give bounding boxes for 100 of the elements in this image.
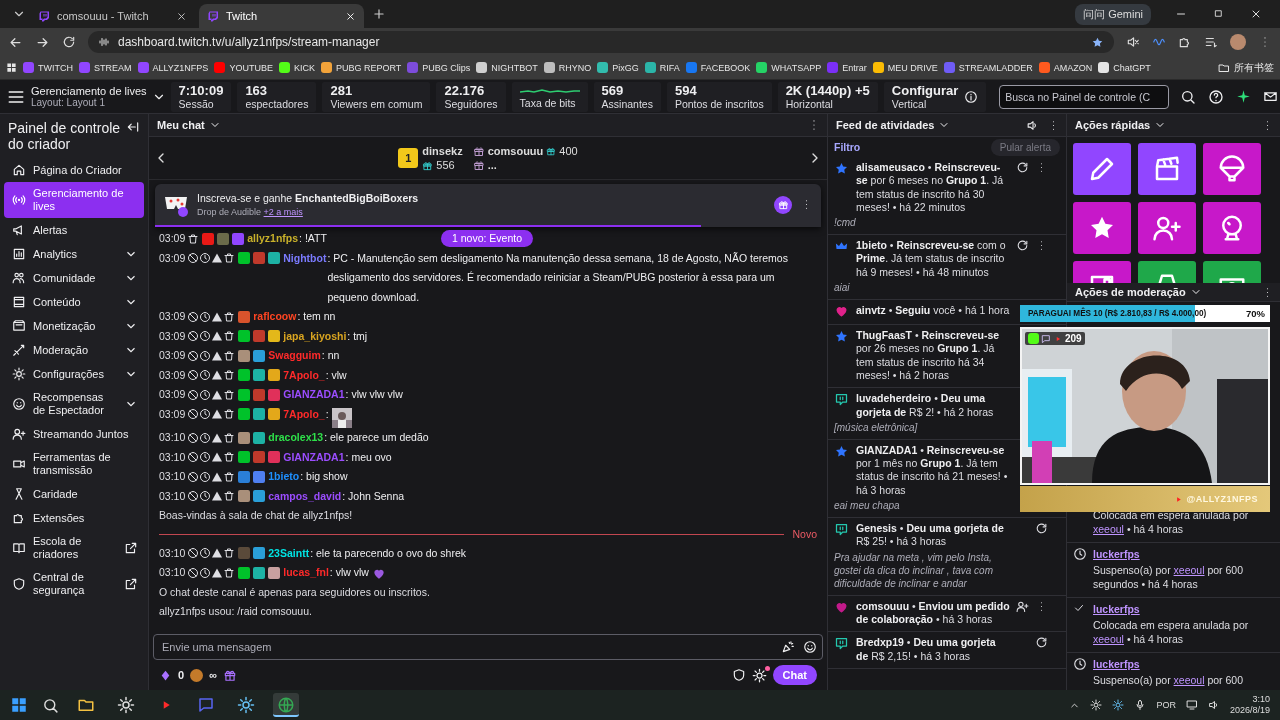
start-icon[interactable]: [10, 696, 28, 714]
shield-icon[interactable]: [731, 668, 746, 682]
bookmark[interactable]: ALLYZ1NFPS: [137, 62, 209, 73]
collapse-icon[interactable]: [126, 120, 140, 134]
ban-icon[interactable]: [187, 547, 200, 559]
close-icon[interactable]: [176, 10, 187, 22]
volume-icon[interactable]: [1207, 699, 1220, 711]
moderated-user-link[interactable]: luckerfps: [1093, 547, 1140, 561]
sidebar-item[interactable]: Moderação: [4, 338, 144, 362]
quick-action-tile[interactable]: [1073, 143, 1131, 195]
warning-icon[interactable]: [211, 252, 224, 264]
warning-icon[interactable]: [211, 490, 224, 502]
trash-icon[interactable]: [223, 490, 236, 502]
chat-username[interactable]: campos_david: [268, 486, 342, 506]
sidebar-item[interactable]: Recompensas de Espectador: [4, 386, 144, 422]
clock-icon[interactable]: [199, 388, 212, 401]
trash-icon[interactable]: [223, 369, 236, 381]
ban-icon[interactable]: [187, 369, 200, 381]
quick-action-tile[interactable]: [1073, 202, 1131, 254]
trash-icon[interactable]: [223, 566, 236, 579]
bookmark[interactable]: PUBG Clips: [407, 62, 471, 73]
trash-icon[interactable]: [223, 252, 236, 264]
chat-username[interactable]: japa_kiyoshi: [283, 326, 347, 346]
clock-icon[interactable]: [199, 547, 212, 559]
bookmark[interactable]: MEU DRIVE: [872, 62, 938, 73]
chat-username[interactable]: raflcoow: [253, 307, 297, 327]
quick-action-tile[interactable]: [1138, 202, 1196, 254]
message-input[interactable]: Envie uma mensagem: [153, 634, 823, 660]
search-icon[interactable]: [42, 696, 59, 714]
warning-icon[interactable]: [211, 310, 224, 323]
help-icon[interactable]: [1208, 88, 1225, 105]
clock-icon[interactable]: [199, 431, 212, 444]
close-icon[interactable]: [1250, 8, 1262, 20]
warning-icon[interactable]: [211, 349, 224, 362]
all-bookmarks[interactable]: 所有书签: [1218, 60, 1274, 75]
warning-icon[interactable]: [211, 431, 224, 444]
ban-icon[interactable]: [187, 451, 200, 463]
add-user-icon[interactable]: [1016, 599, 1029, 613]
browser-tab[interactable]: Twitch: [199, 4, 364, 28]
ban-icon[interactable]: [187, 388, 200, 401]
sidebar-item[interactable]: Streamando Juntos: [4, 422, 144, 446]
reload-icon[interactable]: [62, 35, 76, 49]
moderator-link[interactable]: xeeoul: [1093, 633, 1124, 645]
sidebar-item[interactable]: Caridade: [4, 482, 144, 506]
warning-icon[interactable]: [211, 470, 224, 483]
mute-icon[interactable]: [1126, 35, 1140, 49]
sidebar-item[interactable]: Gerenciamento de lives: [4, 182, 144, 218]
ban-icon[interactable]: [187, 349, 200, 362]
trash-icon[interactable]: [223, 388, 236, 401]
language-indicator[interactable]: POR: [1156, 700, 1176, 710]
profile-avatar[interactable]: [1230, 34, 1246, 50]
warning-icon[interactable]: [211, 330, 224, 342]
bits-icon[interactable]: [159, 668, 172, 682]
warning-icon[interactable]: [211, 408, 224, 420]
new-events-button[interactable]: 1 novo: Evento: [441, 230, 534, 247]
media-icon[interactable]: [1204, 35, 1218, 49]
sidebar-item[interactable]: Alertas: [4, 218, 144, 242]
clock-icon[interactable]: [199, 451, 212, 463]
sidebar-item[interactable]: Comunidade: [4, 266, 144, 290]
trash-icon[interactable]: [223, 470, 236, 483]
quick-action-tile[interactable]: [1203, 202, 1261, 254]
ban-icon[interactable]: [187, 431, 200, 444]
sidebar-item[interactable]: Extensões: [4, 506, 144, 530]
bookmark[interactable]: WHATSAPP: [756, 62, 822, 73]
moderator-link[interactable]: xeeoul: [1173, 674, 1205, 686]
gemini-button[interactable]: 问问 Gemini: [1075, 3, 1151, 25]
replay-icon[interactable]: [1016, 239, 1029, 253]
warning-icon[interactable]: [211, 547, 224, 559]
trash-icon[interactable]: [223, 451, 236, 463]
chat-username[interactable]: 23Saintt: [268, 543, 310, 563]
sidebar-item[interactable]: Conteúdo: [4, 290, 144, 314]
ban-icon[interactable]: [187, 408, 200, 420]
bookmark[interactable]: RIFA: [644, 62, 680, 73]
bookmark[interactable]: ChatGPT: [1098, 62, 1151, 73]
settings-icon[interactable]: [751, 667, 767, 683]
trash-icon[interactable]: [223, 330, 236, 342]
party-icon[interactable]: [781, 640, 795, 654]
warning-icon[interactable]: [211, 451, 224, 463]
ban-icon[interactable]: [187, 310, 200, 323]
taskbar-app[interactable]: [273, 693, 299, 717]
replay-icon[interactable]: [1035, 522, 1048, 536]
filter-button[interactable]: Filtro: [834, 141, 861, 153]
clock-icon[interactable]: [199, 566, 212, 579]
chat-username[interactable]: Nightbot: [283, 248, 327, 268]
bookmark[interactable]: TWITCH: [23, 62, 73, 73]
chat-dropdown[interactable]: Meu chat: [155, 117, 223, 133]
trash-icon[interactable]: [223, 408, 236, 420]
bookmark[interactable]: NIGHTBOT: [476, 62, 538, 73]
chat-username[interactable]: 7Apolo_: [283, 404, 325, 424]
bookmark[interactable]: PUBG REPORT: [320, 62, 402, 73]
replay-icon[interactable]: [1016, 161, 1029, 174]
gift-box-icon[interactable]: [222, 668, 237, 682]
quick-action-tile[interactable]: [1138, 143, 1196, 195]
chat-username[interactable]: allyz1nfps: [247, 229, 299, 249]
sidebar-item[interactable]: Configurações: [4, 362, 144, 386]
bookmark[interactable]: STREAMLADDER: [943, 62, 1033, 73]
emote-icon[interactable]: [803, 640, 817, 654]
bookmark[interactable]: KICK: [278, 62, 315, 73]
coin-icon[interactable]: [190, 668, 204, 682]
bookmark[interactable]: Entrar: [827, 62, 867, 73]
